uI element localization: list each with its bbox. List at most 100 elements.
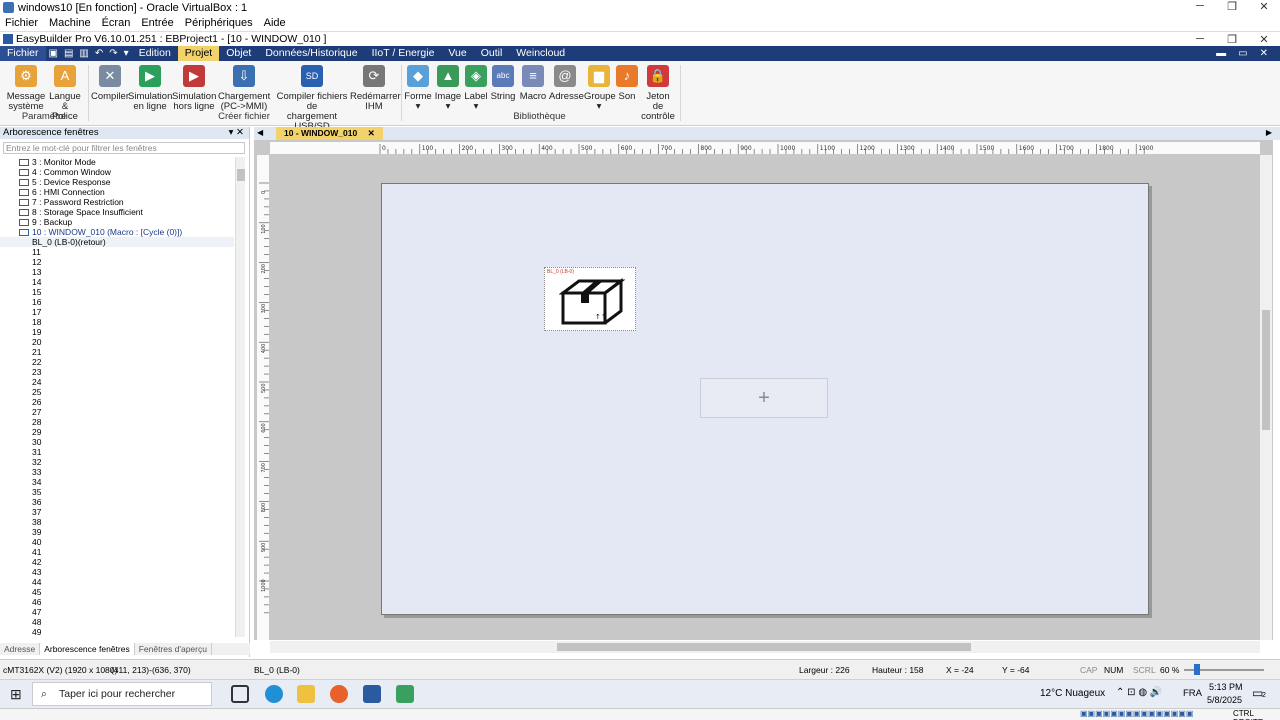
task-view-icon[interactable] (231, 685, 249, 703)
save-icon[interactable]: ▣ (49, 48, 58, 59)
tab-projet[interactable]: Projet (177, 46, 220, 61)
tree-item[interactable]: 45 (0, 587, 234, 597)
editor-tab-close-icon[interactable]: ✕ (368, 128, 375, 138)
doc-close-icon[interactable]: ✕ (1260, 46, 1268, 61)
tree-item[interactable]: 37 (0, 507, 234, 517)
tree-item[interactable]: 44 (0, 577, 234, 587)
tab-objet[interactable]: Objet (219, 46, 258, 61)
tree-item[interactable]: 18 (0, 317, 234, 327)
tree-item[interactable]: 41 (0, 547, 234, 557)
tree-item[interactable]: 46 (0, 597, 234, 607)
vbox-menu-machine[interactable]: Machine (49, 17, 91, 29)
doc-minimize-icon[interactable]: ▬ (1216, 46, 1226, 61)
save-as-icon[interactable]: ▥ (79, 48, 88, 59)
minimize-icon[interactable]: ─ (1184, 0, 1216, 13)
string-button[interactable]: abc String (489, 65, 517, 102)
tree-item[interactable]: 4 : Common Window (0, 167, 234, 177)
chargement-button[interactable]: ⇩ Chargement (PC->MMI) (218, 65, 270, 112)
tree-item[interactable]: 23 (0, 367, 234, 377)
tree-item[interactable]: 7 : Password Restriction (0, 197, 234, 207)
macro-button[interactable]: ≡ Macro (518, 65, 548, 102)
tree-item[interactable]: 5 : Device Response (0, 177, 234, 187)
tree-item[interactable]: 30 (0, 437, 234, 447)
tree-item[interactable]: 48 (0, 617, 234, 627)
tab-donnees-historique[interactable]: Données/Historique (258, 46, 364, 61)
undo-icon[interactable]: ↶ (95, 48, 103, 59)
weather-text[interactable]: 12°C Nuageux (1040, 688, 1105, 699)
tray-icons[interactable]: ⌃ ⊡ ◍ 🔊 (1116, 687, 1162, 698)
tree-item[interactable]: 40 (0, 537, 234, 547)
tree-item[interactable]: 33 (0, 467, 234, 477)
tree-item[interactable]: 24 (0, 377, 234, 387)
editor-horizontal-scrollbar[interactable] (270, 641, 1260, 653)
tree-item[interactable]: 38 (0, 517, 234, 527)
tree-item[interactable]: 11 (0, 247, 234, 257)
vbox-menu-peripheriques[interactable]: Périphériques (185, 17, 253, 29)
tree-item[interactable]: 42 (0, 557, 234, 567)
editor-vscroll-thumb[interactable] (1262, 310, 1270, 430)
file-explorer-icon[interactable] (297, 685, 315, 703)
tab-iiot-energie[interactable]: IIoT / Energie (365, 46, 442, 61)
tree-item[interactable]: 12 (0, 257, 234, 267)
message-systeme-button[interactable]: ⚙ Message système (6, 65, 46, 112)
label-button[interactable]: ◈ Label ▾ (462, 65, 490, 112)
tree-item[interactable]: 29 (0, 427, 234, 437)
empty-object-placeholder[interactable]: + (700, 378, 828, 418)
language-indicator[interactable]: FRA (1183, 688, 1202, 699)
tree-item[interactable]: 19 (0, 327, 234, 337)
easybuilder-taskbar-icon[interactable] (363, 685, 381, 703)
tab-fichier[interactable]: Fichier (0, 46, 46, 61)
save-all-icon[interactable]: ▤ (64, 48, 73, 59)
forme-button[interactable]: ◆ Forme ▾ (403, 65, 433, 112)
tree-item[interactable]: 10 : WINDOW_010 (Macro : [Cycle (0)]) (0, 227, 234, 237)
tree-item[interactable]: 35 (0, 487, 234, 497)
groupe-button[interactable]: ▆ Groupe ▾ (584, 65, 616, 112)
tree-item[interactable]: 22 (0, 357, 234, 367)
redo-icon[interactable]: ↷ (109, 48, 117, 59)
tree-item[interactable]: 20 (0, 337, 234, 347)
window-filter-input[interactable]: Entrez le mot-clé pour filtrer les fenêt… (3, 142, 245, 154)
tree-item[interactable]: 43 (0, 567, 234, 577)
tab-vue[interactable]: Vue (441, 46, 473, 61)
tab-edition[interactable]: Edition (132, 46, 178, 61)
tree-item[interactable]: 27 (0, 407, 234, 417)
tree-item[interactable]: 3 : Monitor Mode (0, 157, 234, 167)
tree-item[interactable]: 14 (0, 277, 234, 287)
tab-scroll-left-icon[interactable]: ◀ (257, 128, 263, 137)
tab-scroll-right-icon[interactable]: ▶ (1266, 128, 1272, 137)
tree-item[interactable]: 47 (0, 607, 234, 617)
windows-start-icon[interactable]: ⊞ (10, 686, 22, 703)
compiler-button[interactable]: ✕ Compiler (91, 65, 129, 102)
editor-vertical-scrollbar[interactable] (1260, 155, 1272, 640)
tree-item[interactable]: 31 (0, 447, 234, 457)
clock-date[interactable]: 5/8/2025 (1207, 695, 1242, 705)
adresse-button[interactable]: @ Adresse (549, 65, 584, 102)
vbox-menu-aide[interactable]: Aide (264, 17, 286, 29)
tree-item[interactable]: 13 (0, 267, 234, 277)
tab-outil[interactable]: Outil (474, 46, 510, 61)
maximize-icon[interactable]: ❐ (1216, 0, 1248, 13)
doc-restore-icon[interactable]: ▭ (1238, 46, 1247, 61)
tree-item[interactable]: 32 (0, 457, 234, 467)
app-close-icon[interactable]: ✕ (1248, 33, 1280, 46)
image-button[interactable]: ▲ Image ▾ (433, 65, 463, 112)
vbox-menu-fichier[interactable]: Fichier (5, 17, 38, 29)
vbox-menu-ecran[interactable]: Écran (102, 17, 131, 29)
tree-item[interactable]: 6 : HMI Connection (0, 187, 234, 197)
tree-item[interactable]: 39 (0, 527, 234, 537)
simulator-taskbar-icon[interactable] (396, 685, 414, 703)
tree-item[interactable]: 26 (0, 397, 234, 407)
taskbar-search-input[interactable]: ⌕ Taper ici pour rechercher (32, 682, 212, 706)
tree-item[interactable]: 16 (0, 297, 234, 307)
tree-item[interactable]: 28 (0, 417, 234, 427)
tree-item[interactable]: 49 (0, 627, 234, 637)
clock-time[interactable]: 5:13 PM (1209, 682, 1243, 692)
tree-item[interactable]: 9 : Backup (0, 217, 234, 227)
tree-item[interactable]: 36 (0, 497, 234, 507)
tree-item[interactable]: 25 (0, 387, 234, 397)
tab-apercu[interactable]: Fenêtres d'aperçu (135, 643, 212, 655)
vbox-menu-entree[interactable]: Entrée (141, 17, 173, 29)
tree-scrollbar-thumb[interactable] (237, 169, 245, 181)
bit-lamp-object[interactable]: BL_0 (LB-0) ↑↑ (544, 267, 636, 331)
tab-weincloud[interactable]: Weincloud (509, 46, 572, 61)
